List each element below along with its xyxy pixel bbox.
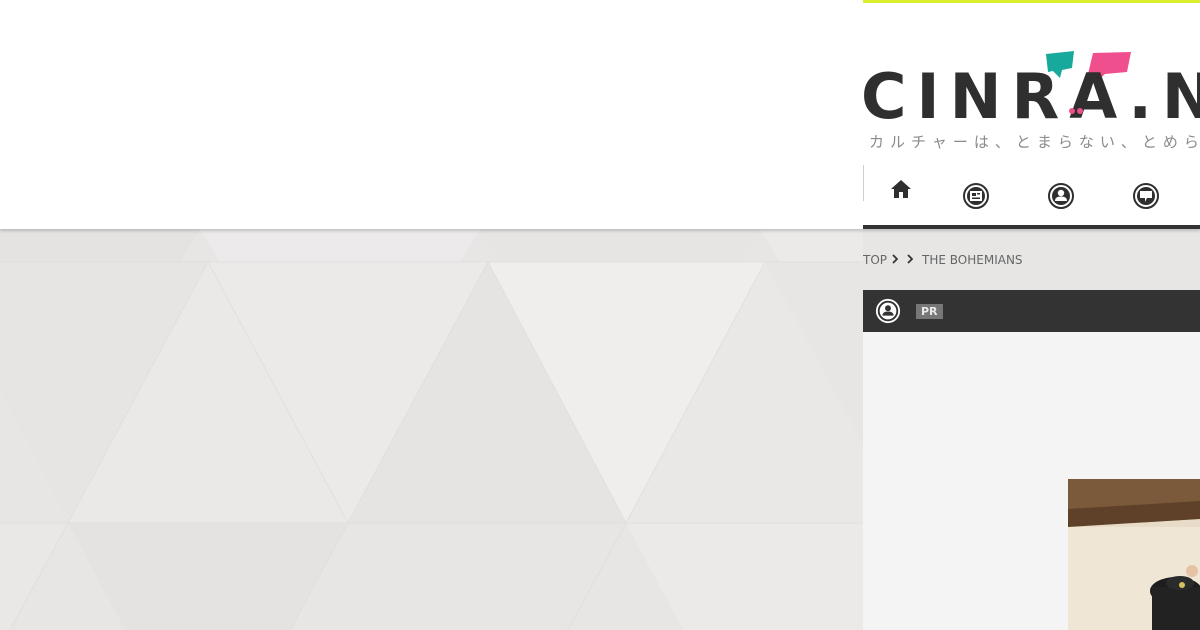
main-nav bbox=[863, 163, 1200, 225]
site-logo[interactable]: CINRA.NET bbox=[863, 48, 1200, 128]
home-icon bbox=[891, 180, 911, 198]
logo-wordmark: CINRA.NET bbox=[863, 60, 1200, 128]
article-header-bar: PR bbox=[863, 290, 1200, 332]
person-icon bbox=[1048, 183, 1074, 209]
nav-home[interactable] bbox=[886, 174, 916, 204]
content-column: CINRA.NET カルチャーは、とまらない、とめらない bbox=[863, 0, 1200, 630]
person-icon bbox=[875, 298, 901, 324]
site-tagline: カルチャーは、とまらない、とめらない bbox=[869, 133, 1200, 151]
chevron-right-icon bbox=[892, 253, 899, 267]
chat-icon bbox=[1133, 183, 1159, 209]
news-icon bbox=[963, 183, 989, 209]
chevron-right-icon bbox=[907, 253, 914, 267]
article-body bbox=[863, 332, 1200, 630]
breadcrumb: TOP THE BOHEMIANS bbox=[863, 252, 1023, 268]
pr-badge: PR bbox=[916, 304, 943, 319]
accent-bar bbox=[863, 0, 1200, 3]
breadcrumb-top[interactable]: TOP bbox=[863, 253, 887, 267]
nav-underline bbox=[863, 225, 1200, 229]
nav-interview[interactable] bbox=[1046, 181, 1076, 211]
nav-separator bbox=[863, 165, 864, 201]
nav-column[interactable] bbox=[1131, 181, 1161, 211]
article-photo bbox=[1068, 479, 1200, 630]
nav-news[interactable] bbox=[961, 181, 991, 211]
breadcrumb-current[interactable]: THE BOHEMIANS bbox=[922, 253, 1023, 267]
